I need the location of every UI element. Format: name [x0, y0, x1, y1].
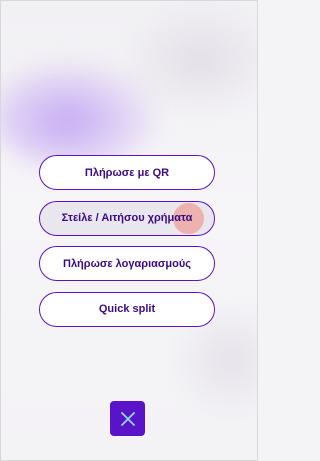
send-request-money-button[interactable]: Στείλε / Αιτήσου χρήματα — [39, 200, 215, 236]
action-menu-screen: Πλήρωσε με QR Στείλε / Αιτήσου χρήματα Π… — [0, 0, 258, 461]
close-button[interactable] — [110, 401, 145, 436]
action-menu: Πλήρωσε με QR Στείλε / Αιτήσου χρήματα Π… — [39, 155, 215, 337]
pay-bills-button[interactable]: Πλήρωσε λογαριασμούς — [39, 246, 215, 281]
quick-split-button[interactable]: Quick split — [39, 291, 215, 327]
pay-with-qr-button[interactable]: Πλήρωσε με QR — [39, 155, 215, 190]
pay-bills-label: Πλήρωσε λογαριασμούς — [63, 257, 191, 270]
send-request-money-label: Στείλε / Αιτήσου χρήματα — [61, 212, 193, 224]
background-purple-glow — [0, 60, 160, 170]
quick-split-label: Quick split — [98, 303, 156, 315]
close-icon — [120, 411, 135, 426]
pay-with-qr-label: Πλήρωσε με QR — [84, 166, 170, 179]
